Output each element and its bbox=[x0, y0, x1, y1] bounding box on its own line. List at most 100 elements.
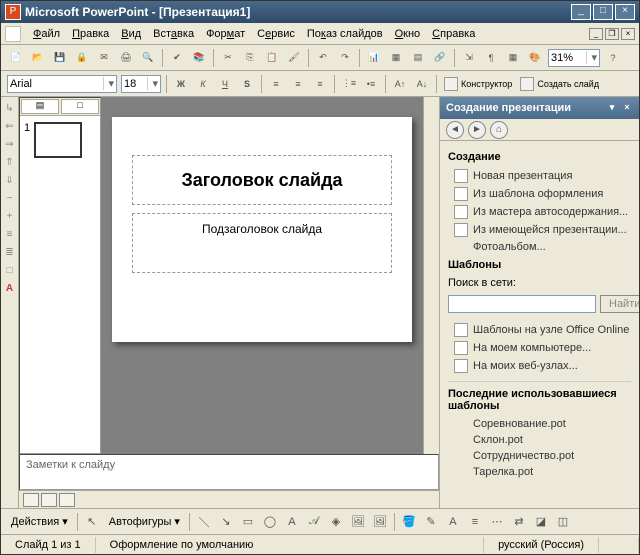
link-photoalbum[interactable]: Фотоальбом... bbox=[448, 239, 631, 255]
showformat-icon[interactable]: A bbox=[3, 283, 17, 297]
undo-icon[interactable]: ↶ bbox=[313, 48, 333, 68]
menu-help[interactable]: Справка bbox=[426, 26, 481, 42]
preview-icon[interactable]: 🔍 bbox=[138, 48, 158, 68]
zoom-combo[interactable]: 31% ▾ bbox=[548, 49, 600, 67]
redo-icon[interactable]: ↷ bbox=[335, 48, 355, 68]
doc-minimize-button[interactable]: _ bbox=[589, 28, 603, 40]
slide-canvas[interactable]: Заголовок слайда Подзаголовок слайда bbox=[101, 97, 423, 454]
collapseall-icon[interactable]: ≡ bbox=[3, 229, 17, 243]
menu-file[interactable]: Файл bbox=[27, 26, 66, 42]
promote-icon[interactable]: ⇐ bbox=[3, 121, 17, 135]
actions-menu[interactable]: Действия ▾ bbox=[5, 515, 74, 528]
help-icon[interactable]: ? bbox=[603, 48, 623, 68]
3d-icon[interactable]: ◫ bbox=[553, 512, 573, 532]
save-icon[interactable]: 💾 bbox=[50, 48, 70, 68]
link-on-websites[interactable]: На моих веб-узлах... bbox=[448, 357, 631, 375]
decrease-font-icon[interactable]: A↓ bbox=[412, 74, 432, 94]
select-icon[interactable]: ↖ bbox=[82, 512, 102, 532]
research-icon[interactable]: 📚 bbox=[189, 48, 209, 68]
title-placeholder[interactable]: Заголовок слайда bbox=[132, 155, 392, 205]
permissions-icon[interactable]: 🔒 bbox=[72, 48, 92, 68]
thumbnail-item[interactable]: 1 bbox=[24, 122, 96, 158]
align-center-icon[interactable]: ≡ bbox=[288, 74, 308, 94]
open-icon[interactable]: 📂 bbox=[28, 48, 48, 68]
paste-icon[interactable]: 📋 bbox=[262, 48, 282, 68]
slideshow-view-icon[interactable] bbox=[59, 493, 75, 507]
design-button[interactable]: Конструктор bbox=[440, 77, 516, 91]
spellcheck-icon[interactable]: ✔ bbox=[167, 48, 187, 68]
sorter-view-icon[interactable] bbox=[41, 493, 57, 507]
increase-font-icon[interactable]: A↑ bbox=[390, 74, 410, 94]
fontcolor-icon[interactable]: A bbox=[443, 512, 463, 532]
taskpane-close-icon[interactable]: × bbox=[621, 102, 633, 114]
grid-icon[interactable]: ▦ bbox=[503, 48, 523, 68]
oval-icon[interactable]: ◯ bbox=[260, 512, 280, 532]
nav-back-icon[interactable]: ◄ bbox=[446, 121, 464, 139]
align-right-icon[interactable]: ≡ bbox=[310, 74, 330, 94]
nav-home-icon[interactable]: ⌂ bbox=[490, 121, 508, 139]
minimize-button[interactable]: _ bbox=[571, 4, 591, 20]
search-button[interactable]: Найти bbox=[600, 295, 639, 313]
nav-forward-icon[interactable]: ► bbox=[468, 121, 486, 139]
status-language[interactable]: русский (Россия) bbox=[484, 537, 599, 553]
color-icon[interactable]: 🎨 bbox=[525, 48, 545, 68]
menu-insert[interactable]: Вставка bbox=[147, 26, 200, 42]
numbering-icon[interactable]: ⋮≡ bbox=[339, 74, 359, 94]
link-from-wizard[interactable]: Из мастера автосодержания... bbox=[448, 203, 631, 221]
recent-template[interactable]: Склон.pot bbox=[448, 432, 631, 448]
expand-icon[interactable]: ⇲ bbox=[459, 48, 479, 68]
textbox-icon[interactable]: A bbox=[282, 512, 302, 532]
template-search-input[interactable] bbox=[448, 295, 596, 313]
underline-icon[interactable]: Ч bbox=[215, 74, 235, 94]
autoshapes-menu[interactable]: Автофигуры ▾ bbox=[103, 515, 186, 528]
normal-view-icon[interactable] bbox=[23, 493, 39, 507]
notes-pane[interactable]: Заметки к слайду bbox=[19, 454, 439, 490]
slide-thumbnail[interactable] bbox=[34, 122, 82, 158]
taskpane-menu-icon[interactable]: ▾ bbox=[606, 102, 618, 114]
link-from-existing[interactable]: Из имеющейся презентации... bbox=[448, 221, 631, 239]
link-from-design[interactable]: Из шаблона оформления bbox=[448, 185, 631, 203]
showformat-icon[interactable]: ¶ bbox=[481, 48, 501, 68]
shadow-icon[interactable]: ◪ bbox=[531, 512, 551, 532]
wordart-icon[interactable]: 𝒜 bbox=[304, 512, 324, 532]
new-icon[interactable]: 📄 bbox=[6, 48, 26, 68]
menu-window[interactable]: Окно bbox=[389, 26, 427, 42]
font-combo[interactable]: Arial ▾ bbox=[7, 75, 117, 93]
maximize-button[interactable]: □ bbox=[593, 4, 613, 20]
link-new-blank[interactable]: Новая презентация bbox=[448, 167, 631, 185]
collapse-icon[interactable]: − bbox=[3, 193, 17, 207]
expand-icon[interactable]: + bbox=[3, 211, 17, 225]
vertical-scrollbar[interactable] bbox=[423, 97, 439, 454]
menu-edit[interactable]: Правка bbox=[66, 26, 115, 42]
bold-icon[interactable]: Ж bbox=[171, 74, 191, 94]
newslide-button[interactable]: Создать слайд bbox=[516, 77, 603, 91]
movedown-icon[interactable]: ⇓ bbox=[3, 175, 17, 189]
rectangle-icon[interactable]: ▭ bbox=[238, 512, 258, 532]
link-office-online[interactable]: Шаблоны на узле Office Online bbox=[448, 321, 631, 339]
chart-icon[interactable]: 📊 bbox=[364, 48, 384, 68]
recent-template[interactable]: Тарелка.pot bbox=[448, 464, 631, 480]
formatpaint-icon[interactable]: 🖌 bbox=[284, 48, 304, 68]
doc-close-button[interactable]: × bbox=[621, 28, 635, 40]
menu-view[interactable]: Вид bbox=[115, 26, 147, 42]
doc-restore-button[interactable]: ❐ bbox=[605, 28, 619, 40]
chevron-down-icon[interactable]: ▾ bbox=[586, 51, 597, 64]
fillcolor-icon[interactable]: 🪣 bbox=[399, 512, 419, 532]
line-icon[interactable]: ＼ bbox=[194, 512, 214, 532]
moveup-icon[interactable]: ⇑ bbox=[3, 157, 17, 171]
chevron-down-icon[interactable]: ▾ bbox=[103, 77, 114, 90]
close-button[interactable]: × bbox=[615, 4, 635, 20]
tables-borders-icon[interactable]: ▤ bbox=[408, 48, 428, 68]
diagram-icon[interactable]: ◈ bbox=[326, 512, 346, 532]
copy-icon[interactable]: ⎘ bbox=[240, 48, 260, 68]
arrow-shape-icon[interactable]: ↘ bbox=[216, 512, 236, 532]
linestyle-icon[interactable]: ≡ bbox=[465, 512, 485, 532]
mail-icon[interactable]: ✉ bbox=[94, 48, 114, 68]
expandall-icon[interactable]: ≣ bbox=[3, 247, 17, 261]
cut-icon[interactable]: ✂ bbox=[218, 48, 238, 68]
align-left-icon[interactable]: ≡ bbox=[266, 74, 286, 94]
tab-slides[interactable]: □ bbox=[61, 99, 99, 114]
tab-outline[interactable]: ▤ bbox=[21, 99, 59, 114]
arrowstyle-icon[interactable]: ⇄ bbox=[509, 512, 529, 532]
link-on-computer[interactable]: На моем компьютере... bbox=[448, 339, 631, 357]
